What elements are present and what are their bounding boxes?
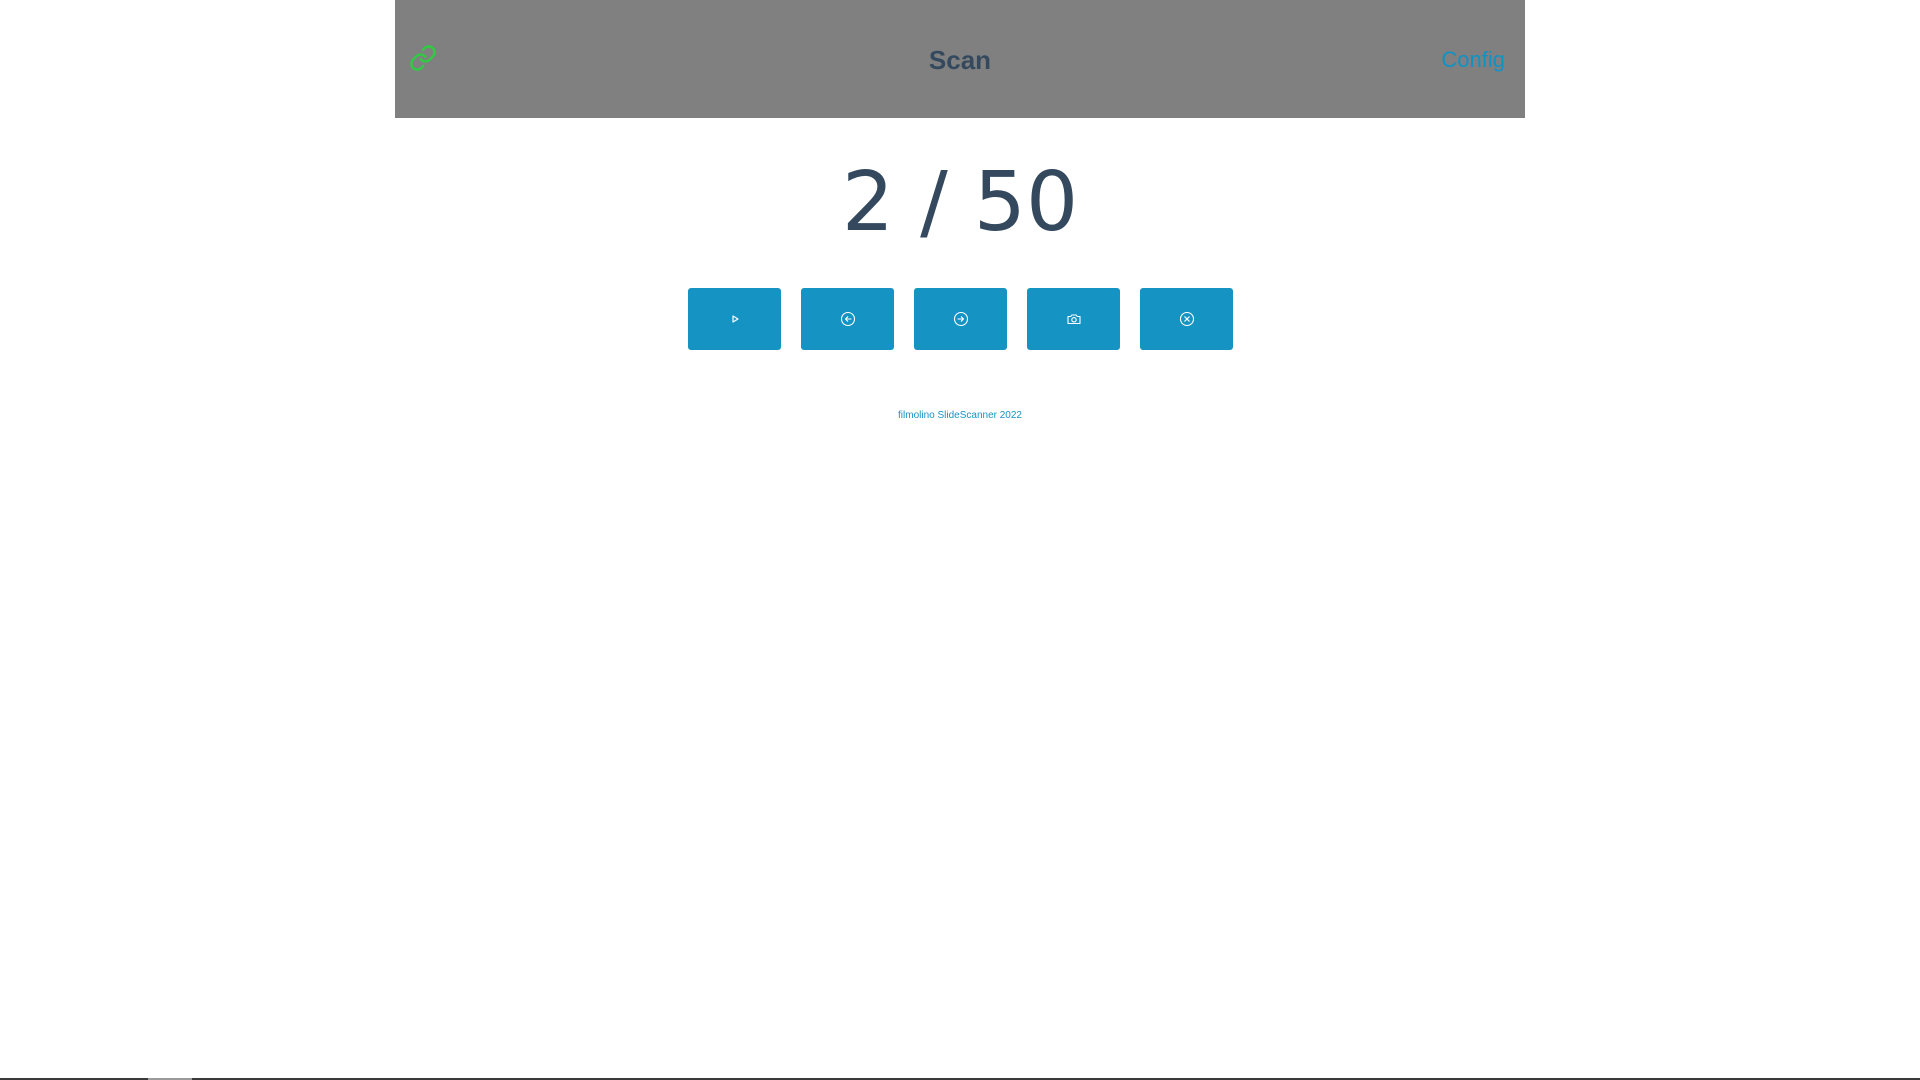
page-title: Scan — [928, 45, 992, 75]
arrow-left-circle-icon — [840, 311, 855, 327]
close-circle-icon — [1179, 311, 1194, 327]
config-link[interactable]: Config — [1441, 46, 1505, 74]
scan-controls — [688, 288, 1233, 350]
slide-counter: 2 / 50 — [841, 155, 1079, 250]
arrow-right-circle-icon — [953, 311, 968, 327]
play-icon — [731, 315, 739, 323]
previous-button[interactable] — [801, 288, 894, 350]
camera-icon — [1066, 314, 1081, 325]
app-header: Scan Config — [395, 0, 1525, 118]
footer-text: filmolino SlideScanner 2022 — [898, 410, 1022, 421]
cancel-button[interactable] — [1140, 288, 1233, 350]
capture-button[interactable] — [1027, 288, 1120, 350]
next-button[interactable] — [914, 288, 1007, 350]
play-button[interactable] — [688, 288, 781, 350]
